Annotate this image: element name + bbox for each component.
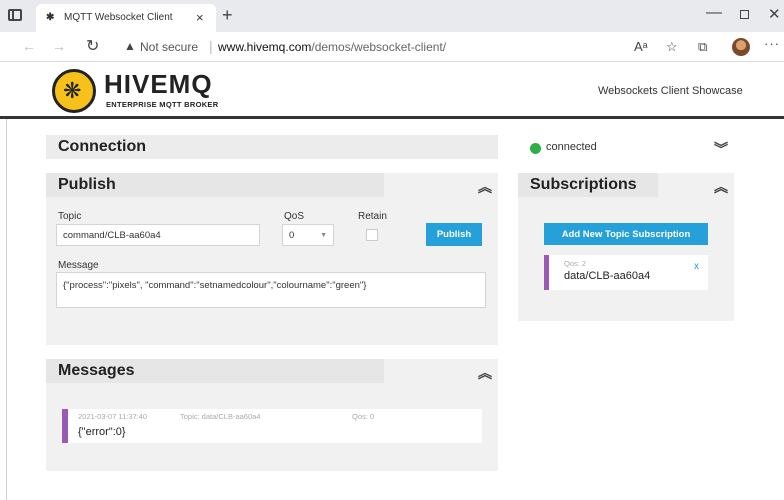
topic-label: Topic <box>58 211 82 222</box>
read-aloud-icon[interactable]: Aᵃ <box>634 39 648 54</box>
chevron-down-icon: ▼ <box>320 231 327 239</box>
reload-icon[interactable]: ↻ <box>86 36 99 56</box>
chevron-up-icon[interactable]: ︽ <box>478 177 492 197</box>
collections-icon[interactable]: ⧉ <box>698 39 707 55</box>
subscription-qos: Qos: 2 <box>564 259 587 268</box>
favorites-icon[interactable]: ☆ <box>666 39 678 55</box>
message-timestamp: 2021-03-07 11:37:40 <box>78 412 148 421</box>
close-icon[interactable]: x <box>694 261 699 272</box>
subscription-topic: data/CLB-aa60a4 <box>564 270 651 282</box>
qos-label: QoS <box>284 211 305 222</box>
warning-icon[interactable]: ▲ <box>124 39 136 53</box>
back-icon[interactable]: ← <box>22 38 36 54</box>
close-icon[interactable]: × <box>196 10 204 25</box>
address-bar: ← → ↻ ▲ Not secure | www.hivemq.com/demo… <box>0 32 784 62</box>
connection-title[interactable]: Connection <box>46 135 498 159</box>
tab-title: MQTT Websocket Client <box>64 12 173 23</box>
minimize-button[interactable]: — <box>706 4 722 22</box>
url-separator: | <box>209 38 213 54</box>
site-header: ❋ HIVEMQ ENTERPRISE MQTT BROKER Websocke… <box>0 63 784 119</box>
message-qos: Qos: 0 <box>352 412 375 421</box>
qos-select[interactable]: 0 ▼ <box>282 224 334 246</box>
message-topic: Topic: data/CLB-aa60a4 <box>180 412 261 421</box>
subscriptions-title[interactable]: Subscriptions <box>518 173 658 197</box>
messages-title[interactable]: Messages <box>46 359 384 383</box>
message-color-bar <box>62 409 68 443</box>
publish-button[interactable]: Publish <box>426 223 482 246</box>
page: ❋ HIVEMQ ENTERPRISE MQTT BROKER Websocke… <box>0 63 784 500</box>
add-subscription-button[interactable]: Add New Topic Subscription <box>544 223 708 245</box>
brand-subtitle: ENTERPRISE MQTT BROKER <box>106 100 219 109</box>
subscription-item[interactable]: Qos: 2 data/CLB-aa60a4 x <box>544 255 708 290</box>
more-icon[interactable]: ··· <box>764 36 780 51</box>
retain-checkbox[interactable] <box>366 229 378 241</box>
retain-label: Retain <box>358 211 387 222</box>
message-label: Message <box>58 260 99 271</box>
window-close-button[interactable]: ✕ <box>768 5 781 23</box>
chevron-up-icon[interactable]: ︽ <box>478 363 492 383</box>
security-label[interactable]: Not secure <box>140 40 198 54</box>
message-item[interactable]: 2021-03-07 11:37:40 Topic: data/CLB-aa60… <box>62 409 482 443</box>
status-indicator <box>530 143 541 154</box>
connection-status: connected <box>546 141 597 153</box>
publish-panel <box>46 173 498 345</box>
forward-icon[interactable]: → <box>52 38 66 54</box>
brand-name[interactable]: HIVEMQ <box>104 69 213 100</box>
message-textarea[interactable]: {"process":"pixels", "command":"setnamed… <box>56 272 486 308</box>
browser-tab[interactable]: ✱ MQTT Websocket Client × <box>36 4 216 32</box>
message-payload: {"error":0} <box>78 426 126 438</box>
sidebar-icon[interactable] <box>8 9 22 21</box>
tab-bar: ✱ MQTT Websocket Client × + — ✕ <box>0 0 784 32</box>
topic-input[interactable]: command/CLB-aa60a4 <box>56 224 260 246</box>
chevron-down-icon[interactable]: ︾ <box>714 139 728 159</box>
new-tab-button[interactable]: + <box>222 5 233 26</box>
url-field[interactable]: ▲ Not secure | www.hivemq.com/demos/webs… <box>112 36 624 58</box>
logo[interactable]: ❋ <box>52 69 96 113</box>
subscription-color-bar <box>544 255 549 290</box>
profile-icon[interactable] <box>732 38 750 56</box>
maximize-button[interactable] <box>740 10 749 19</box>
page-border <box>6 63 7 500</box>
chevron-up-icon[interactable]: ︽ <box>714 177 728 197</box>
favicon-icon: ✱ <box>46 12 55 23</box>
url-text[interactable]: www.hivemq.com/demos/websocket-client/ <box>218 40 446 54</box>
showcase-title: Websockets Client Showcase <box>598 85 743 97</box>
bee-icon: ❋ <box>63 78 82 103</box>
publish-title[interactable]: Publish <box>46 173 384 197</box>
